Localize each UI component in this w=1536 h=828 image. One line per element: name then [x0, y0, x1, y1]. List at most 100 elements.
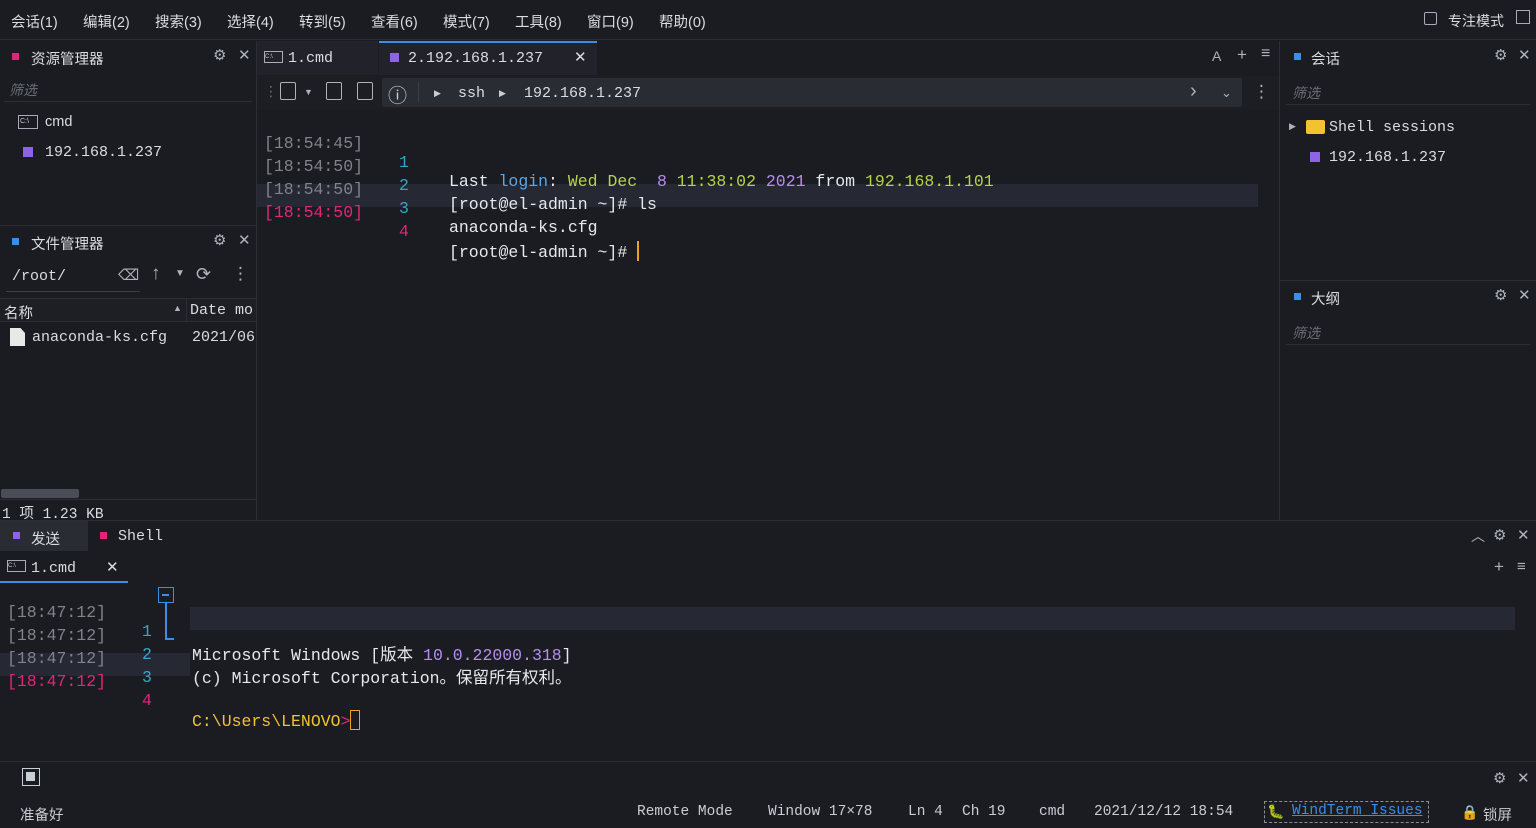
- sessions-item[interactable]: 192.168.1.237: [1329, 149, 1446, 166]
- window-toggle-icon[interactable]: [1516, 10, 1530, 24]
- gear-icon[interactable]: ⚙: [1494, 46, 1507, 64]
- close-icon[interactable]: ✕: [238, 46, 251, 64]
- fold-icon[interactable]: [158, 587, 174, 603]
- drag-handle-icon[interactable]: ⋮: [264, 83, 278, 100]
- tab-cmd[interactable]: C:\ 1.cmd: [257, 41, 378, 75]
- status-mode[interactable]: Remote Mode: [637, 804, 733, 820]
- refresh-icon[interactable]: ⟳: [196, 264, 211, 285]
- menu-mode[interactable]: 模式(7): [443, 11, 490, 32]
- close-icon[interactable]: ✕: [1517, 769, 1530, 787]
- column-date[interactable]: Date mo: [190, 302, 256, 319]
- more-vertical-icon[interactable]: ⋮: [1253, 82, 1270, 102]
- close-icon[interactable]: ✕: [238, 231, 251, 249]
- cmd-icon: C:\: [18, 115, 38, 129]
- path-input[interactable]: /root/: [12, 268, 66, 285]
- status-datetime: 2021/12/12 18:54: [1094, 804, 1234, 820]
- file-manager-title: 文件管理器: [31, 237, 104, 253]
- file-row-name[interactable]: anaconda-ks.cfg: [32, 329, 167, 346]
- font-size-icon[interactable]: A: [1212, 48, 1221, 64]
- menu-bar: 会话(1) 编辑(2) 搜索(3) 选择(4) 转到(5) 查看(6) 模式(7…: [0, 0, 1536, 40]
- tab-menu-icon[interactable]: ≡: [1261, 45, 1270, 63]
- sessions-folder[interactable]: Shell sessions: [1329, 119, 1455, 136]
- status-ready: 准备好: [20, 808, 64, 824]
- explorer-item-cmd[interactable]: cmd: [45, 114, 72, 130]
- explorer-item-session[interactable]: 192.168.1.237: [45, 144, 162, 161]
- selected-line-highlight: [190, 607, 1515, 630]
- terminal-cmd[interactable]: [18:47:12] 1 Microsoft Windows [版本 10.0.…: [0, 584, 1536, 731]
- address-bar[interactable]: [382, 78, 1242, 107]
- sessions-dot-icon: [1294, 53, 1301, 60]
- tab-menu-icon[interactable]: ≡: [1517, 558, 1526, 575]
- menu-search[interactable]: 搜索(3): [155, 11, 202, 32]
- chevron-down-icon[interactable]: ▼: [175, 268, 185, 279]
- duplicate-session-icon[interactable]: [326, 82, 342, 100]
- gear-icon[interactable]: ⚙: [213, 46, 226, 64]
- cmd-line-1: Microsoft Windows [版本 10.0.22000.318]: [192, 646, 572, 665]
- chevron-right-icon[interactable]: ›: [1190, 80, 1197, 103]
- explorer-dot-icon: [12, 53, 19, 60]
- tab-shell[interactable]: Shell: [88, 521, 188, 551]
- gear-icon[interactable]: ⚙: [1493, 526, 1506, 544]
- file-manager-dot-icon: [12, 238, 19, 245]
- up-arrow-icon[interactable]: ↑: [151, 263, 161, 285]
- breadcrumb-host[interactable]: 192.168.1.237: [524, 85, 641, 102]
- close-icon[interactable]: ✕: [1518, 46, 1531, 64]
- expand-arrow-icon[interactable]: ▶: [1289, 121, 1296, 132]
- menu-edit[interactable]: 编辑(2): [83, 11, 130, 32]
- tab-shell-label: Shell: [118, 528, 164, 545]
- block-cursor: [350, 710, 361, 730]
- menu-select[interactable]: 选择(4): [227, 11, 274, 32]
- gear-icon[interactable]: ⚙: [1493, 769, 1506, 787]
- terminal-line-1: Last login: Wed Dec 8 11:38:02 2021 from…: [449, 172, 994, 191]
- issues-label[interactable]: WindTerm Issues: [1292, 803, 1423, 819]
- cmd-icon: C:\: [264, 51, 283, 63]
- outline-filter-input[interactable]: 筛选: [1292, 323, 1320, 343]
- add-tab-icon[interactable]: +: [1237, 45, 1247, 65]
- collapse-up-icon[interactable]: ︿: [1471, 526, 1485, 546]
- tab-session[interactable]: 2.192.168.1.237 ✕: [379, 41, 597, 75]
- info-icon[interactable]: ⓘ: [388, 81, 407, 108]
- horizontal-scrollbar[interactable]: [1, 489, 79, 498]
- more-vertical-icon[interactable]: ⋮: [232, 264, 249, 284]
- sessions-filter-input[interactable]: 筛选: [1292, 83, 1320, 103]
- close-tab-icon[interactable]: ✕: [574, 48, 587, 66]
- chevron-down-icon[interactable]: ▼: [304, 87, 313, 97]
- subtab-cmd[interactable]: C:\ 1.cmd ✕: [0, 554, 128, 583]
- status-shell: cmd: [1039, 804, 1066, 820]
- close-icon[interactable]: ✕: [1517, 526, 1530, 544]
- menu-goto[interactable]: 转到(5): [299, 11, 346, 32]
- outline-dot-icon: [1294, 293, 1301, 300]
- explorer-filter-input[interactable]: 筛选: [9, 80, 37, 100]
- menu-window[interactable]: 窗口(9): [587, 11, 634, 32]
- menu-help[interactable]: 帮助(0): [659, 11, 706, 32]
- add-tab-icon[interactable]: +: [1494, 557, 1504, 577]
- panel-toggle-icon[interactable]: [22, 768, 40, 786]
- close-tab-icon[interactable]: ✕: [106, 558, 119, 576]
- copy-session-icon[interactable]: [357, 82, 373, 100]
- terminal-line-2: [root@el-admin ~]# ls: [449, 195, 657, 214]
- status-lock[interactable]: 锁屏: [1483, 804, 1512, 825]
- menu-tools[interactable]: 工具(8): [515, 11, 562, 32]
- gear-icon[interactable]: ⚙: [213, 231, 226, 249]
- tab-send[interactable]: 发送: [0, 521, 88, 551]
- menu-session[interactable]: 会话(1): [11, 11, 58, 32]
- lock-icon[interactable]: 🔒: [1461, 804, 1478, 821]
- focus-mode-icon[interactable]: [1424, 12, 1437, 25]
- close-icon[interactable]: ✕: [1518, 286, 1531, 304]
- focus-mode-button[interactable]: 专注模式: [1448, 11, 1504, 31]
- status-col: Ch 19: [962, 804, 1006, 820]
- line-number: 4: [399, 222, 409, 241]
- terminal-ssh[interactable]: [18:54:45] 1 Last login: Wed Dec 8 11:38…: [257, 115, 1279, 262]
- session-square-icon: [23, 147, 33, 157]
- new-session-icon[interactable]: [280, 82, 296, 100]
- status-window: Window 17×78: [768, 804, 873, 820]
- line-number: 2: [142, 645, 152, 664]
- timestamp: [18:54:50]: [264, 203, 364, 222]
- column-name[interactable]: 名称: [4, 302, 33, 323]
- menu-view[interactable]: 查看(6): [371, 11, 418, 32]
- sessions-header: 会话 ⚙ ✕: [1280, 41, 1536, 73]
- clear-path-icon[interactable]: ⌫: [118, 266, 139, 284]
- gear-icon[interactable]: ⚙: [1494, 286, 1507, 304]
- chevron-down-icon[interactable]: ⌄: [1221, 85, 1232, 101]
- breadcrumb-ssh[interactable]: ssh: [458, 85, 485, 102]
